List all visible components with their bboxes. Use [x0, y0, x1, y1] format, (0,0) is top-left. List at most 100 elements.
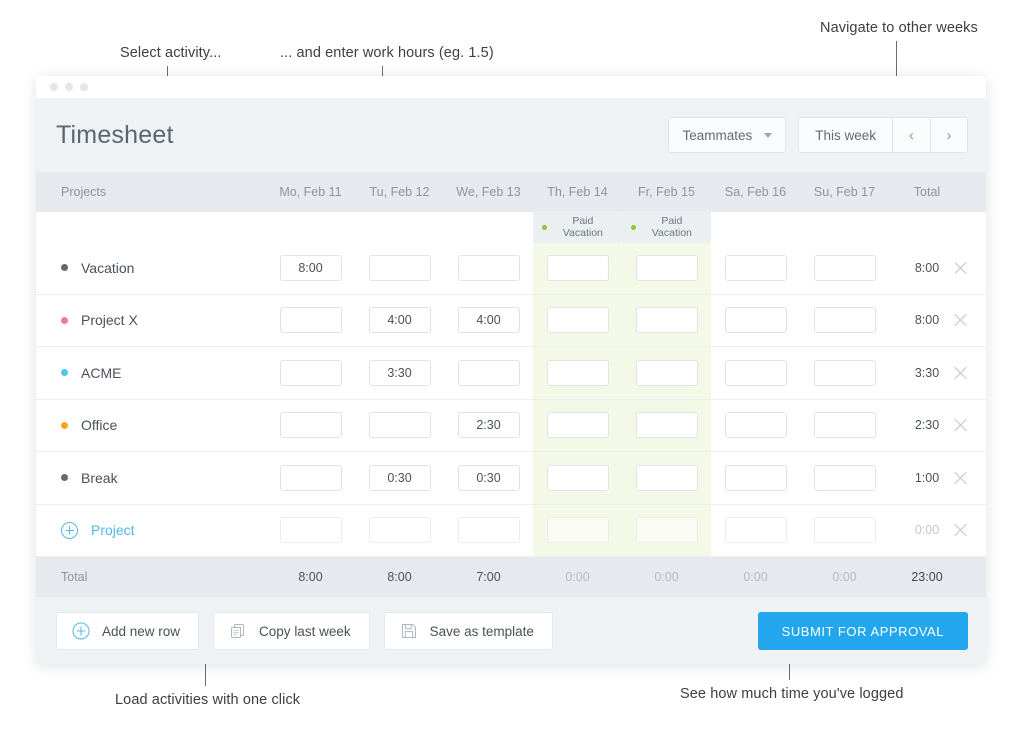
add-project-cell: Project	[36, 521, 266, 539]
project-name[interactable]: Break	[81, 470, 118, 486]
delete-row-icon[interactable]	[953, 260, 968, 275]
column-header-tue: Tu, Feb 12	[369, 185, 430, 199]
hours-cell-fri	[622, 464, 711, 491]
hours-input-fri[interactable]	[635, 464, 698, 491]
hours-input-sun[interactable]	[813, 412, 876, 439]
submit-for-approval-button[interactable]: SUBMIT FOR APPROVAL	[757, 612, 968, 650]
hours-input-sat[interactable]	[724, 412, 787, 439]
hours-input-fri[interactable]	[635, 307, 698, 334]
hours-input-mon[interactable]: 8:00	[279, 254, 342, 281]
hours-input-fri[interactable]	[635, 359, 698, 386]
this-week-button[interactable]: This week	[798, 117, 892, 153]
page-title: Timesheet	[56, 120, 174, 149]
hours-input-sat[interactable]	[724, 307, 787, 334]
hours-input-wed[interactable]: 4:00	[457, 307, 520, 334]
hours-cell-fri	[622, 412, 711, 439]
plus-circle-icon[interactable]	[61, 521, 78, 539]
hours-input-wed[interactable]	[457, 517, 520, 544]
copy-documents-icon	[229, 622, 247, 640]
hours-cell-sun	[800, 464, 889, 491]
hours-input-tue[interactable]: 4:00	[368, 307, 431, 334]
day-total-tue: 8:00	[387, 570, 412, 584]
project-color-dot-icon	[61, 369, 68, 377]
paid-vacation-badge[interactable]: Paid Vacation	[622, 211, 711, 243]
project-color-dot-icon	[61, 421, 68, 429]
hours-input-thu[interactable]	[546, 254, 609, 281]
hours-input-fri[interactable]	[635, 517, 698, 544]
hours-cell-wed	[444, 517, 533, 544]
hours-input-sun[interactable]	[813, 359, 876, 386]
hours-input-wed[interactable]	[457, 254, 520, 281]
hours-cell-tue	[355, 412, 444, 439]
save-as-template-button[interactable]: Save as template	[383, 612, 553, 650]
project-cell: Project X	[36, 312, 266, 328]
hours-input-sat[interactable]	[724, 359, 787, 386]
hours-input-fri[interactable]	[635, 254, 698, 281]
project-cell: Office	[36, 417, 266, 433]
paid-vacation-badge[interactable]: Paid Vacation	[533, 211, 622, 243]
hours-input-mon[interactable]	[279, 307, 342, 334]
hours-input-sun[interactable]	[813, 254, 876, 281]
hours-input-thu[interactable]	[546, 359, 609, 386]
badge-label: Paid Vacation	[562, 215, 603, 239]
hours-cell-mon	[266, 359, 355, 386]
hours-input-mon[interactable]	[279, 359, 342, 386]
project-name[interactable]: ACME	[81, 365, 121, 381]
hours-input-sun[interactable]	[813, 464, 876, 491]
delete-row-icon[interactable]	[953, 365, 968, 380]
teammates-label: Teammates	[682, 127, 753, 143]
hours-input-thu[interactable]	[546, 464, 609, 491]
hours-input-fri[interactable]	[635, 412, 698, 439]
prev-week-button[interactable]: ‹	[892, 117, 930, 153]
hours-input-sun[interactable]	[813, 517, 876, 544]
hours-input-tue[interactable]	[368, 517, 431, 544]
hours-input-sun[interactable]	[813, 307, 876, 334]
hours-cell-mon	[266, 307, 355, 334]
floppy-disk-icon	[400, 622, 418, 640]
hours-input-sat[interactable]	[724, 517, 787, 544]
delete-row-icon[interactable]	[953, 418, 968, 433]
teammates-dropdown[interactable]: Teammates	[668, 117, 787, 153]
hours-input-tue[interactable]	[368, 412, 431, 439]
hours-cell-tue: 3:30	[355, 359, 444, 386]
hours-cell-tue	[355, 517, 444, 544]
hours-input-wed[interactable]: 2:30	[457, 412, 520, 439]
table-row: Office 2:30 2:30	[36, 400, 986, 452]
next-week-button[interactable]: ›	[930, 117, 968, 153]
window-minimize-dot[interactable]	[65, 83, 73, 91]
hours-cell-thu	[533, 464, 622, 491]
annotation-navigate-weeks: Navigate to other weeks	[820, 20, 978, 36]
hours-input-wed[interactable]: 0:30	[457, 464, 520, 491]
hours-input-mon[interactable]	[279, 412, 342, 439]
hours-input-mon[interactable]	[279, 464, 342, 491]
hours-input-sat[interactable]	[724, 254, 787, 281]
window-maximize-dot[interactable]	[80, 83, 88, 91]
project-name[interactable]: Project X	[81, 312, 138, 328]
window-close-dot[interactable]	[50, 83, 58, 91]
day-status-row: Paid Vacation Paid Vacation	[36, 211, 986, 243]
hours-input-sat[interactable]	[724, 464, 787, 491]
delete-row-icon[interactable]	[953, 313, 968, 328]
app-window: Timesheet Teammates This week ‹ › Projec…	[36, 76, 986, 664]
hours-input-thu[interactable]	[546, 517, 609, 544]
day-total-sun: 0:00	[832, 570, 857, 584]
hours-input-tue[interactable]	[368, 254, 431, 281]
delete-row-icon[interactable]	[953, 470, 968, 485]
hours-input-tue[interactable]: 3:30	[368, 359, 431, 386]
hours-input-wed[interactable]	[457, 359, 520, 386]
add-new-row-button[interactable]: Add new row	[56, 612, 200, 650]
column-header-sun: Su, Feb 17	[813, 185, 876, 199]
row-total: 0:00	[914, 523, 940, 538]
project-name[interactable]: Vacation	[81, 260, 134, 276]
copy-last-week-button[interactable]: Copy last week	[213, 612, 370, 650]
hours-input-thu[interactable]	[546, 307, 609, 334]
hours-input-tue[interactable]: 0:30	[368, 464, 431, 491]
hours-input-mon[interactable]	[279, 517, 342, 544]
hours-cell-fri	[622, 517, 711, 544]
hours-input-thu[interactable]	[546, 412, 609, 439]
hours-cell-mon	[266, 464, 355, 491]
project-color-dot-icon	[61, 316, 68, 324]
project-name[interactable]: Office	[81, 417, 117, 433]
delete-row-icon[interactable]	[953, 523, 968, 538]
add-project-label[interactable]: Project	[91, 522, 135, 538]
